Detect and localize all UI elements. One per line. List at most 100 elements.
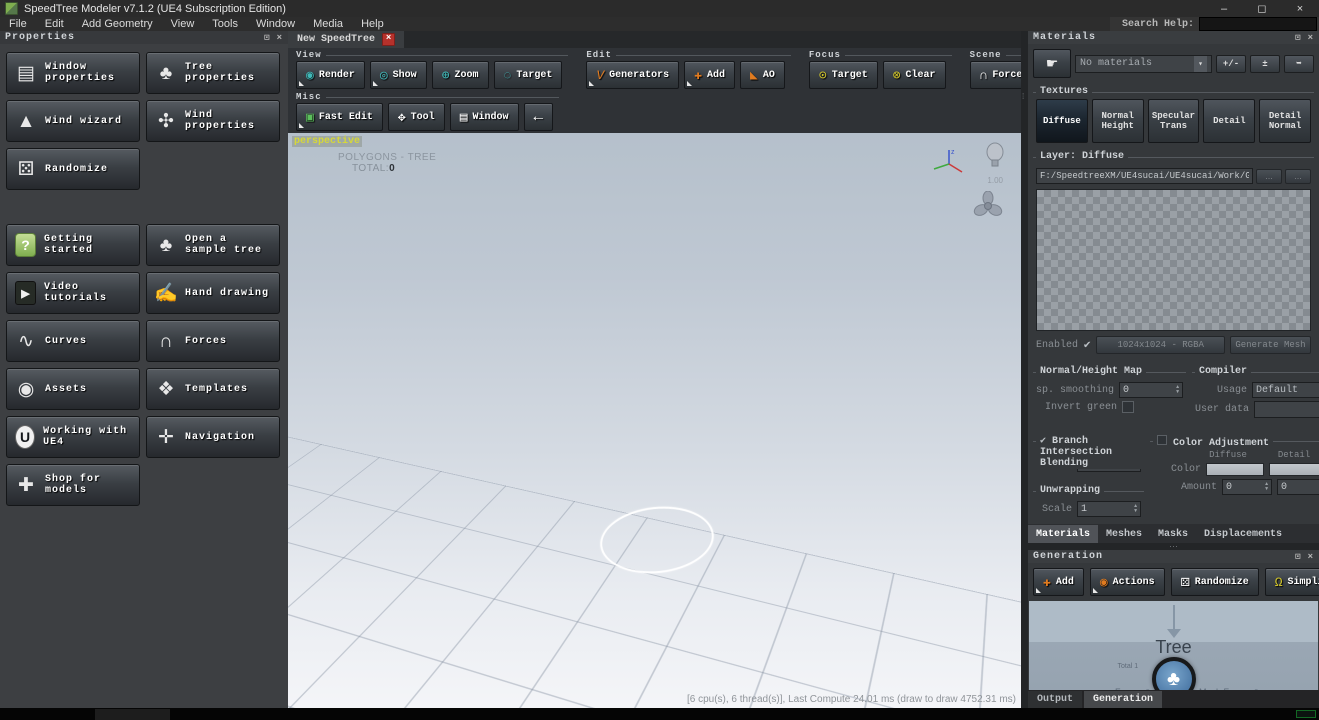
texture-slot-specular-trans[interactable]: Specular Trans (1148, 99, 1200, 143)
add-remove-material-button[interactable]: +/- (1216, 55, 1246, 73)
chevron-down-icon[interactable]: ▾ (1194, 56, 1207, 72)
duplicate-material-button[interactable]: ± (1250, 55, 1280, 73)
generate-mesh-button[interactable]: Generate Mesh (1230, 336, 1311, 354)
invert-green-checkbox[interactable] (1122, 401, 1134, 413)
tab-meshes[interactable]: Meshes (1098, 525, 1150, 543)
add-button[interactable]: ✚ Add (684, 61, 735, 89)
getting-started-button[interactable]: ? Getting started (6, 224, 140, 266)
tab-materials[interactable]: Materials (1028, 525, 1098, 543)
close-panel-icon[interactable]: × (1308, 33, 1314, 43)
tree-properties-button[interactable]: ♣ Tree properties (146, 52, 280, 94)
taskbar-item[interactable] (95, 709, 170, 720)
sp-smoothing-spinner[interactable]: 0 ▲ ▼ (1119, 382, 1183, 398)
generators-button[interactable]: V Generators (586, 61, 679, 89)
navigation-button[interactable]: ✛ Navigation (146, 416, 280, 458)
tree-node[interactable]: ♣ (1152, 657, 1196, 690)
back-button[interactable]: ← (524, 103, 554, 131)
video-tutorials-button[interactable]: ▶ Video tutorials (6, 272, 140, 314)
menu-edit[interactable]: Edit (36, 17, 73, 31)
menu-media[interactable]: Media (304, 17, 352, 31)
taskbar-tray-icon[interactable] (1296, 710, 1316, 718)
user-data-input[interactable] (1254, 401, 1319, 418)
window-properties-button[interactable]: ▤ Window properties (6, 52, 140, 94)
working-with-ue4-button[interactable]: U Working with UE4 (6, 416, 140, 458)
texture-slot-detail-normal[interactable]: Detail Normal (1259, 99, 1311, 143)
float-panel-icon[interactable]: ⊡ (264, 33, 270, 43)
menu-tools[interactable]: Tools (203, 17, 247, 31)
actions-button[interactable]: ◉ Actions (1090, 568, 1165, 596)
light-bulb-icon[interactable] (983, 141, 1007, 173)
generation-node-graph[interactable]: Tree ♣ Total 1 Forces0 ∩ Collision0 ◔ Me… (1029, 601, 1318, 690)
os-taskbar[interactable] (0, 708, 1319, 720)
menu-help[interactable]: Help (352, 17, 393, 31)
ghost-node-forces[interactable]: Forces0 ∩ (1115, 687, 1150, 690)
maximize-button[interactable]: ◻ (1243, 0, 1281, 17)
close-panel-icon[interactable]: × (1308, 552, 1314, 562)
randomize-button[interactable]: ⚄ Randomize (6, 148, 140, 190)
scale-spinner[interactable]: 1 ▲ ▼ (1077, 501, 1141, 517)
enabled-check-icon[interactable]: ✔ (1083, 340, 1091, 351)
texture-preview[interactable] (1036, 189, 1311, 331)
templates-button[interactable]: ❖ Templates (146, 368, 280, 410)
camera-mode-label[interactable]: perspective (292, 136, 362, 147)
spin-down-icon[interactable]: ▼ (1175, 390, 1180, 395)
menu-view[interactable]: View (162, 17, 204, 31)
assets-button[interactable]: ◉ Assets (6, 368, 140, 410)
hand-tool-button[interactable]: ☛ (1033, 49, 1071, 78)
texture-slot-normal-height[interactable]: Normal Height (1092, 99, 1144, 143)
bib-check-icon[interactable]: ✔ (1040, 436, 1046, 447)
forces-button[interactable]: ∩ Forces (146, 320, 280, 362)
fast-edit-button[interactable]: ▣ Fast Edit (296, 103, 383, 131)
panel-splitter-vertical[interactable]: ⁞ (1021, 31, 1028, 708)
float-panel-icon[interactable]: ⊡ (1295, 552, 1301, 562)
texture-slot-diffuse[interactable]: Diffuse (1036, 99, 1088, 143)
usage-select[interactable]: Default ▾ (1252, 382, 1319, 398)
detail-color-swatch[interactable] (1269, 463, 1319, 476)
spin-down-icon[interactable]: ▼ (1264, 487, 1269, 492)
tab-output[interactable]: Output (1028, 691, 1082, 708)
generation-add-button[interactable]: ✚ Add (1033, 568, 1084, 596)
menu-file[interactable]: File (0, 17, 36, 31)
wind-fan-icon[interactable] (973, 191, 1003, 221)
ghost-node-mesh-forces[interactable]: Mesh Forces0 ✤ (1199, 687, 1258, 690)
browse-texture-button[interactable]: … (1256, 169, 1282, 184)
focus-target-button[interactable]: ⊙ Target (809, 61, 878, 89)
shop-for-models-button[interactable]: ✚ Shop for models (6, 464, 140, 506)
wind-wizard-button[interactable]: ▲ Wind wizard (6, 100, 140, 142)
amount-diffuse-spinner[interactable]: 0 ▲ ▼ (1222, 479, 1272, 495)
generation-randomize-button[interactable]: ⚄ Randomize (1171, 568, 1259, 596)
tab-new-speedtree[interactable]: New SpeedTree × (288, 31, 404, 48)
menu-window[interactable]: Window (247, 17, 304, 31)
import-material-button[interactable]: ➥ (1284, 55, 1314, 73)
open-sample-tree-button[interactable]: ♣ Open a sample tree (146, 224, 280, 266)
tool-button[interactable]: ✥ Tool (388, 103, 445, 131)
zoom-button[interactable]: ⊕ Zoom (432, 61, 489, 89)
menu-add-geometry[interactable]: Add Geometry (73, 17, 162, 31)
focus-clear-button[interactable]: ⊗ Clear (883, 61, 946, 89)
hand-drawing-button[interactable]: ✍ Hand drawing (146, 272, 280, 314)
render-button[interactable]: ◉ Render (296, 61, 365, 89)
close-button[interactable]: × (1281, 0, 1319, 17)
show-button[interactable]: ◎ Show (370, 61, 427, 89)
close-panel-icon[interactable]: × (277, 33, 283, 43)
texture-path-input[interactable] (1036, 168, 1253, 184)
float-panel-icon[interactable]: ⊡ (1295, 33, 1301, 43)
texture-slot-detail[interactable]: Detail (1203, 99, 1255, 143)
spin-down-icon[interactable]: ▼ (1133, 509, 1138, 514)
amount-detail-spinner[interactable]: 0 ▲▼ (1277, 479, 1319, 495)
view-target-button[interactable]: ◌ Target (494, 61, 563, 89)
search-help-input[interactable] (1199, 17, 1317, 31)
window-button[interactable]: ▤ Window (450, 103, 519, 131)
tab-generation[interactable]: Generation (1084, 691, 1162, 708)
viewport-3d[interactable]: perspective POLYGONS - TREE TOTAL:0 z 1.… (288, 133, 1021, 708)
color-adjustment-checkbox[interactable] (1157, 435, 1167, 445)
material-select[interactable]: No materials ▾ (1075, 55, 1212, 73)
minimize-button[interactable]: – (1205, 0, 1243, 17)
tab-close-icon[interactable]: × (382, 33, 395, 46)
diffuse-color-swatch[interactable] (1206, 463, 1264, 476)
curves-button[interactable]: ∿ Curves (6, 320, 140, 362)
reload-texture-button[interactable]: … (1285, 169, 1311, 184)
panel-splitter-horizontal[interactable]: ⋯ (1028, 543, 1319, 550)
ao-button[interactable]: ◣ AO (740, 61, 785, 89)
simplify-button[interactable]: Ω Simplify (1265, 568, 1319, 596)
